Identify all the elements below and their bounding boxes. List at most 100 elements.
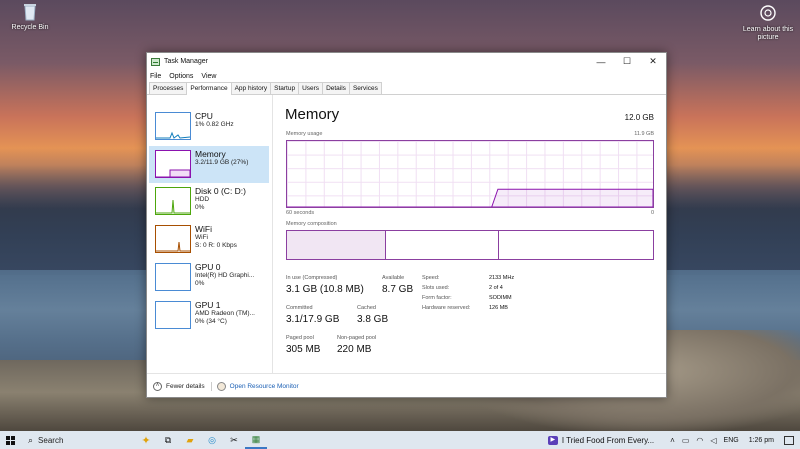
taskbar: ⌕ Search ✦ ⧉ ▰ ◎ ✂ ▦ ▶ I Tried Food From… [0,431,800,449]
taskbar-search[interactable]: ⌕ Search [20,431,135,449]
task-manager-taskbar-icon[interactable]: ▦ [245,431,267,449]
wifi-thumbnail [155,225,191,253]
stat-label-non-paged-pool: Non-paged pool [337,335,377,341]
media-widget[interactable]: ▶ I Tried Food From Every... [547,435,654,445]
tab-app-history[interactable]: App history [230,82,272,94]
recycle-bin-icon [24,4,36,21]
resource-detail-2: S: 0 R: 0 Kbps [195,242,237,249]
tab-performance[interactable]: Performance [186,82,232,95]
disk-mini-graph [156,199,190,214]
battery-icon[interactable]: ▭ [682,436,690,445]
tab-details[interactable]: Details [322,82,350,94]
resource-list: CPU 1% 0.82 GHz Memory 3.2/11.9 GB (27%) [147,95,273,373]
resource-gpu0[interactable]: GPU 0 Intel(R) HD Graphi... 0% [149,259,269,296]
memory-usage-area [287,188,654,208]
tab-processes[interactable]: Processes [149,82,188,94]
resource-detail: WiFi [195,234,208,241]
task-manager-icon [151,57,160,66]
resource-monitor-icon[interactable] [216,381,226,391]
tab-users[interactable]: Users [298,82,324,94]
close-button[interactable]: ✕ [640,53,666,70]
stat-value-paged-pool: 305 MB [286,344,321,355]
cpu-thumbnail [155,112,191,140]
memory-usage-graph [286,140,654,208]
resource-detail-2: 0% [195,280,205,287]
wifi-icon[interactable]: ◠ [696,436,703,445]
search-highlight-icon[interactable]: ✦ [135,431,157,449]
memory-detail-panel: Memory 12.0 GB Memory usage 11.9 GB 60 s… [285,95,657,375]
cpu-mini-graph [156,131,190,139]
stat-value-in-use: 3.1 GB (10.8 MB) [286,284,364,295]
stat-label-paged-pool: Paged pool [286,335,314,341]
stat-label-committed: Committed [286,305,313,311]
fewer-details-link[interactable]: Fewer details [166,383,205,390]
maximize-button[interactable]: ☐ [614,53,640,70]
menu-file[interactable]: File [150,73,161,80]
menu-view[interactable]: View [201,73,216,80]
clock[interactable]: 1:26 pm [749,437,774,444]
resource-disk[interactable]: Disk 0 (C: D:) HDD 0% [149,183,269,220]
search-label: Search [38,435,64,445]
memory-usage-plot [287,188,654,208]
gpu1-thumbnail [155,301,191,329]
learn-about-picture-shortcut[interactable]: Learn about this picture [738,4,798,42]
task-view-icon[interactable]: ⧉ [157,431,179,449]
camera-icon [760,5,776,21]
resource-gpu1[interactable]: GPU 1 AMD Radeon (TM)... 0% (34 °C) [149,297,269,334]
title-bar[interactable]: Task Manager — ☐ ✕ [147,53,666,70]
file-explorer-icon[interactable]: ▰ [179,431,201,449]
gpu0-thumbnail [155,263,191,291]
start-button[interactable] [0,431,20,449]
composition-in-use[interactable] [287,231,386,259]
chevron-up-tray-icon[interactable]: ˄ [670,436,675,445]
resource-name: GPU 0 [195,262,221,272]
resource-wifi[interactable]: WiFi WiFi S: 0 R: 0 Kbps [149,221,269,258]
stat-value-non-paged-pool: 220 MB [337,344,372,355]
spec-value-form-factor: SODIMM [489,295,512,301]
performance-content: CPU 1% 0.82 GHz Memory 3.2/11.9 GB (27%) [147,95,666,398]
spec-label-form-factor: Form factor: [422,295,452,301]
resource-memory[interactable]: Memory 3.2/11.9 GB (27%) [149,146,269,183]
resource-detail-2: 0% [195,204,205,211]
stat-value-committed: 3.1/17.9 GB [286,314,340,325]
media-play-icon: ▶ [547,435,558,445]
minimize-button[interactable]: — [588,53,614,70]
spec-label-speed: Speed: [422,275,440,281]
windows-logo-icon [5,435,15,445]
resource-name: Memory [195,149,226,159]
tab-startup[interactable]: Startup [270,82,300,94]
memory-mini-graph [156,169,190,177]
resource-cpu[interactable]: CPU 1% 0.82 GHz [149,108,269,145]
time-axis-left: 60 seconds [286,210,315,216]
resource-detail: Intel(R) HD Graphi... [195,272,255,279]
resource-detail: HDD [195,196,210,203]
composition-label: Memory composition [286,221,337,227]
recycle-bin-label: Recycle Bin [11,24,49,31]
menu-bar: File Options View [147,70,666,82]
chevron-up-icon[interactable]: ˄ [153,381,162,391]
disk-thumbnail [155,187,191,215]
resource-detail: 3.2/11.9 GB (27%) [195,159,249,166]
snipping-tool-icon[interactable]: ✂ [223,431,245,449]
tab-strip: Processes Performance App history Startu… [147,82,666,95]
search-icon: ⌕ [28,434,34,445]
resource-name: CPU [195,111,213,121]
edge-browser-icon[interactable]: ◎ [201,431,223,449]
resource-detail: AMD Radeon (TM)... [195,310,255,317]
volume-icon[interactable]: ◁ [710,436,716,445]
footer-bar: ˄ Fewer details Open Resource Monitor [147,373,666,398]
open-resource-monitor-link[interactable]: Open Resource Monitor [230,383,299,390]
recycle-bin-shortcut[interactable]: Recycle Bin [0,2,60,32]
language-indicator[interactable]: ENG [724,437,739,444]
menu-options[interactable]: Options [169,73,193,80]
usage-label: Memory usage [286,131,323,137]
wifi-mini-graph [156,241,190,252]
tab-services[interactable]: Services [348,82,382,94]
footer-divider [210,381,212,391]
composition-standby[interactable] [386,231,500,259]
resource-name: GPU 1 [195,300,221,310]
system-tray: ▶ I Tried Food From Every... ˄ ▭ ◠ ◁ ENG… [547,431,800,449]
composition-free[interactable] [499,231,653,259]
window-title: Task Manager [164,58,208,65]
notification-icon[interactable] [784,435,794,445]
